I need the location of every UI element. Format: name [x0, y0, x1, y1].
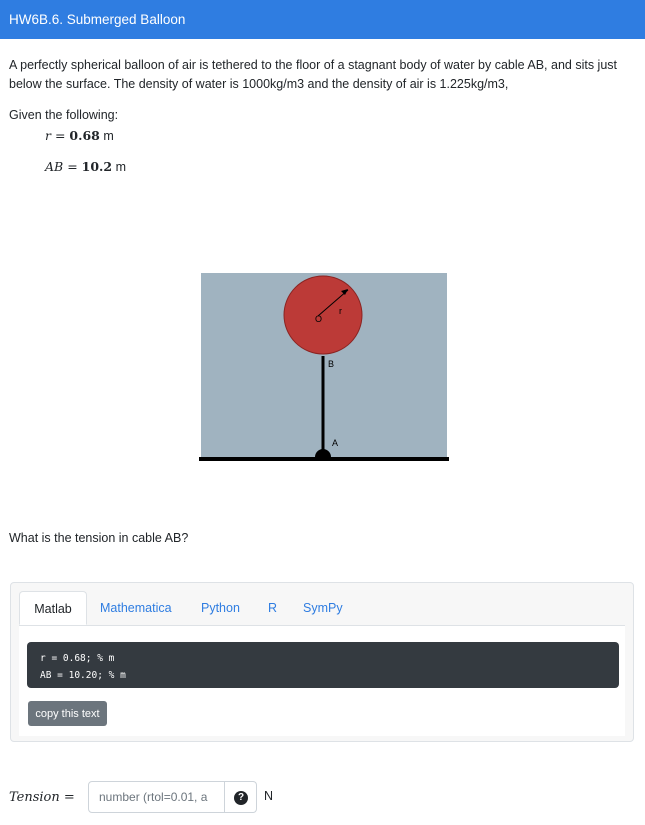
code-line: AB = 10.20; % m [40, 670, 126, 681]
answer-symbol: Tension [9, 790, 60, 805]
tab-matlab[interactable]: Matlab [19, 591, 87, 625]
given-r: r = 0.68 m [45, 128, 114, 143]
question-circle-icon: ? [234, 791, 248, 805]
label-point-b: B [328, 359, 334, 369]
answer-label: Tension = [9, 789, 75, 805]
tension-input[interactable] [88, 781, 225, 813]
given-r-symbol: r [45, 128, 51, 143]
label-center-o: O [315, 314, 322, 324]
tab-mathematica[interactable]: Mathematica [100, 591, 172, 625]
help-button[interactable]: ? [225, 781, 257, 813]
answer-unit: N [264, 789, 274, 803]
code-card: Matlab Mathematica Python R SymPy r = 0.… [10, 582, 634, 742]
code-block: r = 0.68; % m AB = 10.20; % m [27, 642, 619, 688]
problem-statement: A perfectly spherical balloon of air is … [9, 58, 617, 91]
answer-equals: = [63, 790, 75, 805]
tab-sympy[interactable]: SymPy [303, 591, 343, 625]
language-tabs: Matlab Mathematica Python R SymPy [19, 591, 625, 625]
given-ab-unit: m [115, 160, 126, 174]
given-r-unit: m [103, 129, 114, 143]
given-label: Given the following: [9, 108, 119, 122]
label-point-a: A [332, 438, 338, 448]
given-ab-symbol: AB [45, 159, 64, 174]
question-title: HW6B.6. Submerged Balloon [9, 12, 186, 27]
page-header: HW6B.6. Submerged Balloon [0, 0, 645, 39]
balloon-circle [283, 275, 363, 355]
label-radius-r: r [339, 306, 342, 316]
tab-panel: r = 0.68; % m AB = 10.20; % m [19, 625, 625, 736]
given-r-value: 0.68 [69, 128, 100, 143]
question-text: What is the tension in cable AB? [9, 531, 189, 545]
tab-python[interactable]: Python [201, 591, 240, 625]
tab-r[interactable]: R [268, 591, 277, 625]
given-ab-value: 10.2 [81, 159, 113, 174]
given-ab: AB = 10.2 m [45, 159, 126, 174]
code-line: r = 0.68; % m [40, 653, 115, 664]
copy-button[interactable]: copy this text [28, 701, 107, 726]
balloon-figure: O r B A [199, 273, 449, 461]
floor-line [199, 457, 449, 461]
